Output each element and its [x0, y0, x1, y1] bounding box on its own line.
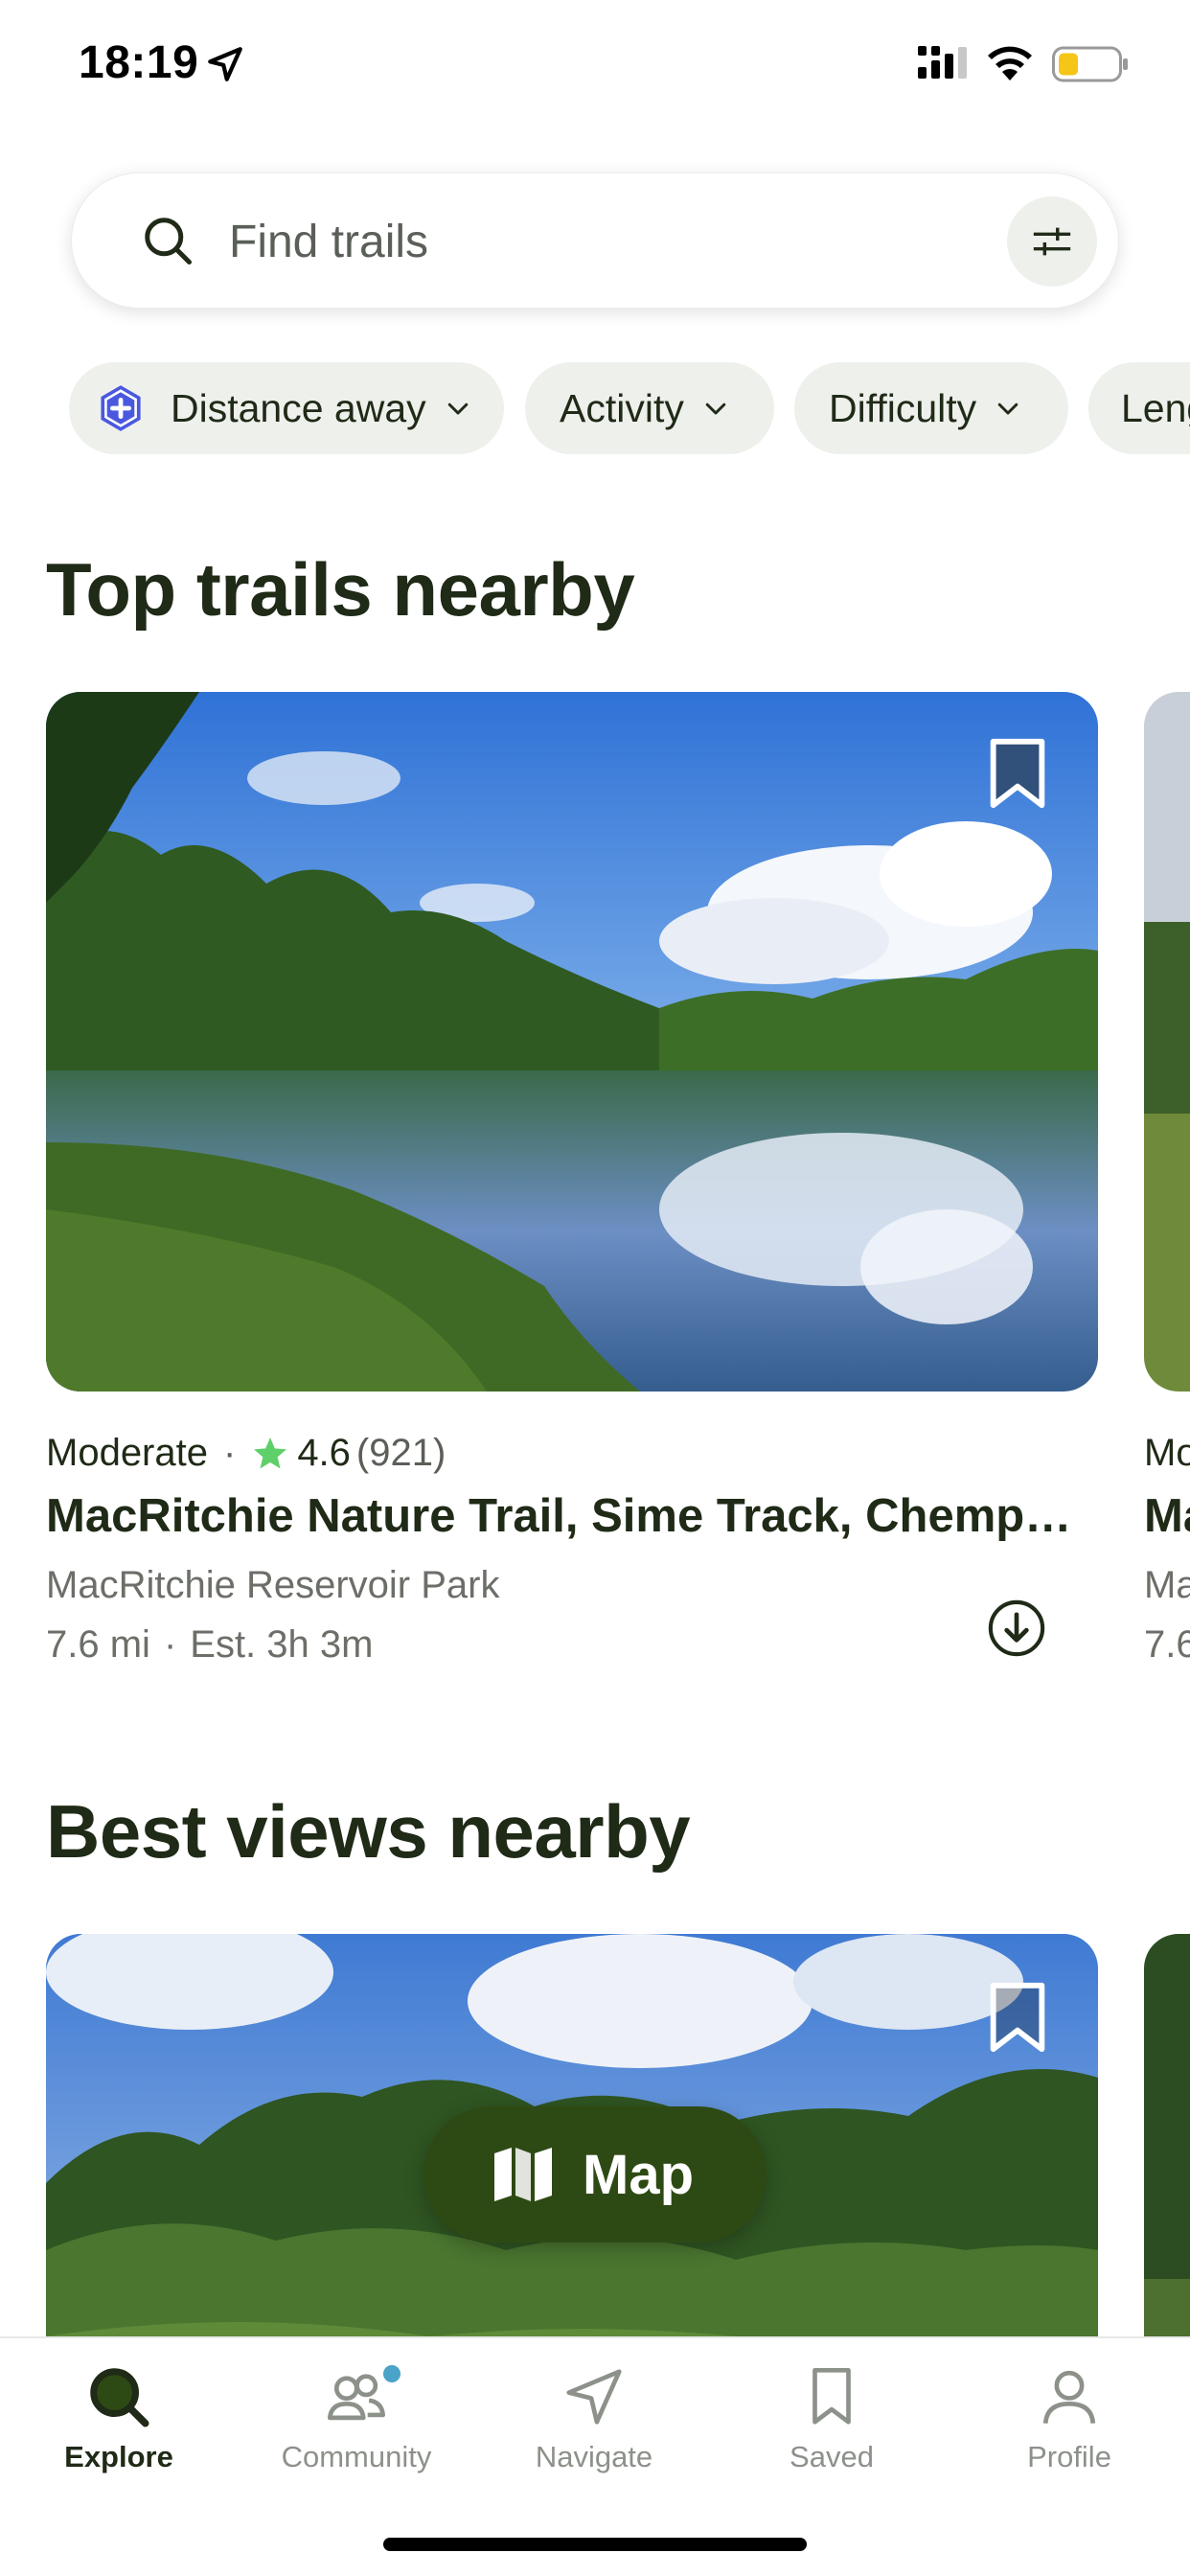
trail-name[interactable]: MacRitchie Nature Trail, Sime Track, Che…: [46, 1489, 1081, 1543]
chip-label: Length: [1121, 385, 1190, 430]
download-icon[interactable]: [987, 1598, 1046, 1658]
rating-value: 4.6: [297, 1432, 351, 1474]
home-indicator[interactable]: [383, 2538, 807, 2551]
star-icon: [254, 1437, 287, 1468]
next-card-meta: Mo: [1144, 1432, 1190, 1474]
trail-photo-partial: [1144, 692, 1190, 1392]
profile-icon: [1042, 2370, 1096, 2425]
tab-explore[interactable]: Explore: [0, 2363, 238, 2507]
chip-activity[interactable]: Activity: [525, 362, 774, 454]
tab-label: Navigate: [535, 2440, 653, 2473]
next-card-stats: 7.6: [1144, 1623, 1190, 1666]
separator-dot: ·: [163, 1623, 177, 1666]
status-bar: 18:19: [0, 0, 1190, 125]
wifi-icon: [988, 46, 1032, 80]
section-title-best-views: Best views nearby: [46, 1789, 691, 1874]
park-name: MacRitchie Reservoir Park: [46, 1564, 500, 1606]
chevron-down-icon: [997, 402, 1018, 415]
chip-length[interactable]: Length: [1088, 362, 1190, 454]
cellular-icon: [918, 46, 967, 79]
saved-bookmark-icon: [812, 2367, 851, 2425]
search-input[interactable]: [229, 210, 957, 273]
tab-label: Profile: [1027, 2440, 1111, 2473]
trail-meta: Moderate · 4.6 (921): [46, 1432, 446, 1475]
reservoir-photo: [46, 692, 1098, 1392]
location-arrow-icon: [208, 47, 242, 81]
map-icon: [494, 2148, 552, 2201]
tab-saved[interactable]: Saved: [713, 2363, 950, 2507]
chip-label: Difficulty: [829, 385, 977, 430]
separator-dot: ·: [222, 1432, 237, 1474]
trail-card-photo[interactable]: [46, 692, 1098, 1392]
plus-badge-icon: [101, 385, 141, 431]
chevron-down-icon: [705, 402, 726, 415]
search-icon: [145, 218, 192, 264]
filter-button[interactable]: [1007, 196, 1097, 287]
tab-label: Saved: [790, 2440, 874, 2473]
battery-icon: [1052, 46, 1128, 82]
difficulty-label: Moderate: [46, 1432, 208, 1474]
section-title-top-trails: Top trails nearby: [46, 547, 635, 632]
trail-card-photo-next[interactable]: [1144, 692, 1190, 1392]
chip-label: Distance away: [171, 385, 426, 430]
chip-distance-away[interactable]: Distance away: [69, 362, 504, 454]
bookmark-icon[interactable]: [987, 736, 1048, 811]
map-button[interactable]: Map: [423, 2106, 767, 2242]
tab-community[interactable]: Community: [238, 2363, 475, 2507]
navigate-arrow-icon: [566, 2369, 622, 2425]
tab-label: Community: [281, 2440, 432, 2473]
map-button-label: Map: [583, 2143, 694, 2206]
tab-profile[interactable]: Profile: [950, 2363, 1188, 2507]
bookmark-icon[interactable]: [987, 1980, 1048, 2055]
chip-label: Activity: [560, 385, 684, 430]
tab-label: Explore: [64, 2440, 173, 2473]
trail-stats: 7.6 mi · Est. 3h 3m: [46, 1623, 373, 1667]
trail-distance: 7.6 mi: [46, 1623, 150, 1666]
chevron-down-icon: [447, 402, 468, 415]
next-card-park: Ma: [1144, 1564, 1190, 1606]
next-card-name[interactable]: Ma: [1144, 1489, 1190, 1543]
notification-dot: [383, 2365, 400, 2382]
community-icon: [327, 2374, 386, 2421]
status-time: 18:19: [79, 37, 199, 88]
review-count: (921): [355, 1432, 446, 1474]
trail-est-time: Est. 3h 3m: [190, 1623, 374, 1666]
explore-search-icon: [90, 2368, 149, 2427]
filter-chips: Distance away Activity Difficulty Length: [69, 362, 1190, 454]
tab-navigate[interactable]: Navigate: [475, 2363, 713, 2507]
sliders-icon: [1033, 227, 1071, 256]
chip-difficulty[interactable]: Difficulty: [794, 362, 1068, 454]
search-bar[interactable]: [71, 172, 1119, 309]
